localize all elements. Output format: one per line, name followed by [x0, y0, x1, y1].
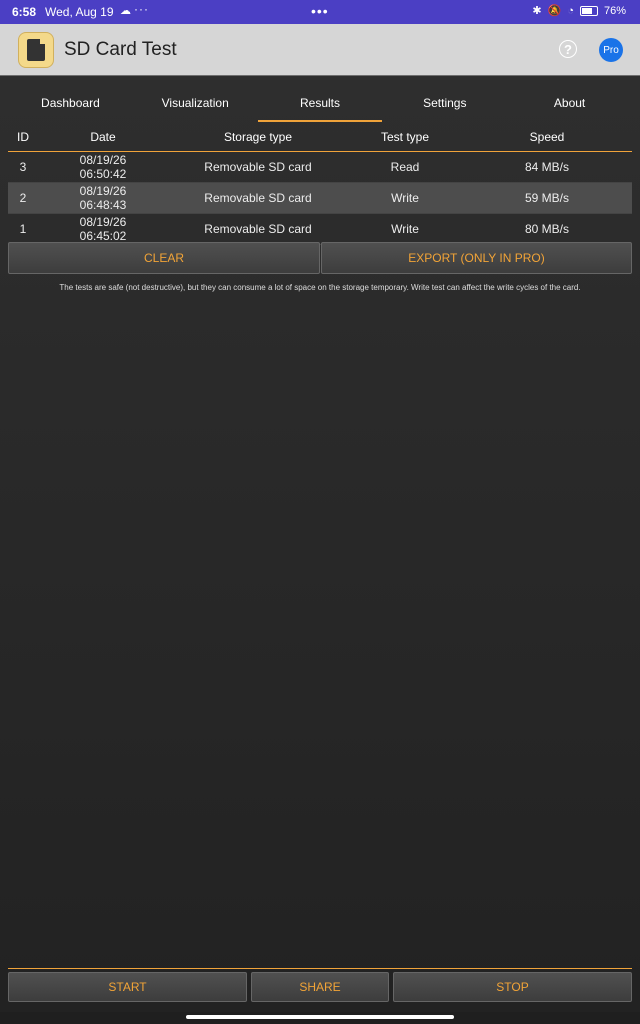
help-icon[interactable]: ?: [559, 40, 577, 58]
row-id: 3: [19, 160, 27, 174]
row-test: Read: [390, 160, 420, 174]
action-buttons: CLEAR EXPORT (ONLY IN PRO): [8, 242, 632, 274]
row-date-day: 08/19/26: [79, 153, 127, 167]
row-id: 1: [19, 222, 27, 236]
center-dots-icon: •••: [311, 3, 329, 19]
app-title: SD Card Test: [64, 39, 177, 60]
table-header: ID Date Storage type Test type Speed: [8, 122, 632, 152]
mute-icon: 🔕: [547, 5, 562, 17]
export-button[interactable]: EXPORT (ONLY IN PRO): [321, 242, 632, 274]
tab-settings[interactable]: Settings: [382, 90, 507, 122]
row-storage: Removable SD card: [204, 160, 312, 174]
row-storage: Removable SD card: [204, 191, 312, 205]
header-test-type: Test type: [380, 129, 430, 144]
row-speed: 84 MB/s: [524, 160, 569, 174]
table-row[interactable]: 2 08/19/26 06:48:43 Removable SD card Wri…: [8, 183, 632, 214]
row-test: Write: [391, 191, 419, 205]
header-date: Date: [90, 129, 116, 144]
row-speed: 80 MB/s: [524, 222, 569, 236]
clear-button[interactable]: CLEAR: [8, 242, 320, 274]
stop-button[interactable]: STOP: [393, 972, 632, 1002]
tab-results[interactable]: Results: [257, 90, 383, 122]
pro-button[interactable]: Pro: [599, 38, 623, 62]
status-time: 6:58: [12, 5, 37, 19]
app-bar: SD Card Test: [0, 24, 640, 76]
header-id: ID: [17, 129, 29, 144]
bottom-actions: START SHARE STOP: [8, 972, 632, 1006]
row-speed: 59 MB/s: [524, 191, 569, 205]
bottom-divider: [8, 968, 632, 969]
tab-visualization[interactable]: Visualization: [133, 90, 258, 122]
main-content: Dashboard Visualization Results Settings…: [0, 76, 640, 1012]
row-date-time: 06:45:02: [79, 229, 127, 243]
header-speed: Speed: [529, 129, 565, 144]
header-storage-type: Storage type: [223, 129, 293, 144]
table-row[interactable]: 3 08/19/26 06:50:42 Removable SD card Rea…: [8, 152, 632, 183]
tab-dashboard[interactable]: Dashboard: [8, 90, 133, 122]
row-date: 08/19/26 06:45:02: [38, 215, 168, 243]
row-id: 2: [19, 191, 27, 205]
row-date-day: 08/19/26: [79, 184, 127, 198]
tab-about[interactable]: About: [507, 90, 632, 122]
wifi-icon: ◔: [567, 4, 574, 17]
sd-card-app-icon: [18, 32, 54, 68]
navigation-handle[interactable]: [186, 1015, 454, 1019]
tabs: Dashboard Visualization Results Settings…: [8, 90, 632, 122]
start-button[interactable]: START: [8, 972, 247, 1002]
sd-card-icon: [27, 38, 46, 61]
cloud-icon: ☁: [120, 5, 131, 17]
row-storage: Removable SD card: [204, 222, 312, 236]
row-date-time: 06:48:43: [79, 198, 127, 212]
status-date: Wed, Aug 19: [45, 5, 114, 19]
battery-icon: [579, 5, 598, 16]
results-table: ID Date Storage type Test type Speed 3 0…: [8, 122, 632, 245]
bluetooth-icon: ✱: [532, 5, 542, 17]
row-date: 08/19/26 06:50:42: [38, 153, 168, 181]
status-bar: 6:58 Wed, Aug 19 ☁ ··· ••• ✱ 🔕 ◔ 76%: [0, 0, 640, 24]
more-icon: ···: [134, 2, 149, 16]
row-date-day: 08/19/26: [79, 215, 127, 229]
battery-percent: 76%: [603, 4, 626, 17]
status-icons: ✱ 🔕 ◔ 76%: [532, 4, 626, 18]
safety-note: The tests are safe (not destructive), bu…: [59, 283, 581, 292]
row-date: 08/19/26 06:48:43: [38, 184, 168, 212]
row-test: Write: [391, 222, 419, 236]
share-button[interactable]: SHARE: [251, 972, 389, 1002]
table-row[interactable]: 1 08/19/26 06:45:02 Removable SD card Wri…: [8, 214, 632, 245]
row-date-time: 06:50:42: [79, 167, 127, 181]
